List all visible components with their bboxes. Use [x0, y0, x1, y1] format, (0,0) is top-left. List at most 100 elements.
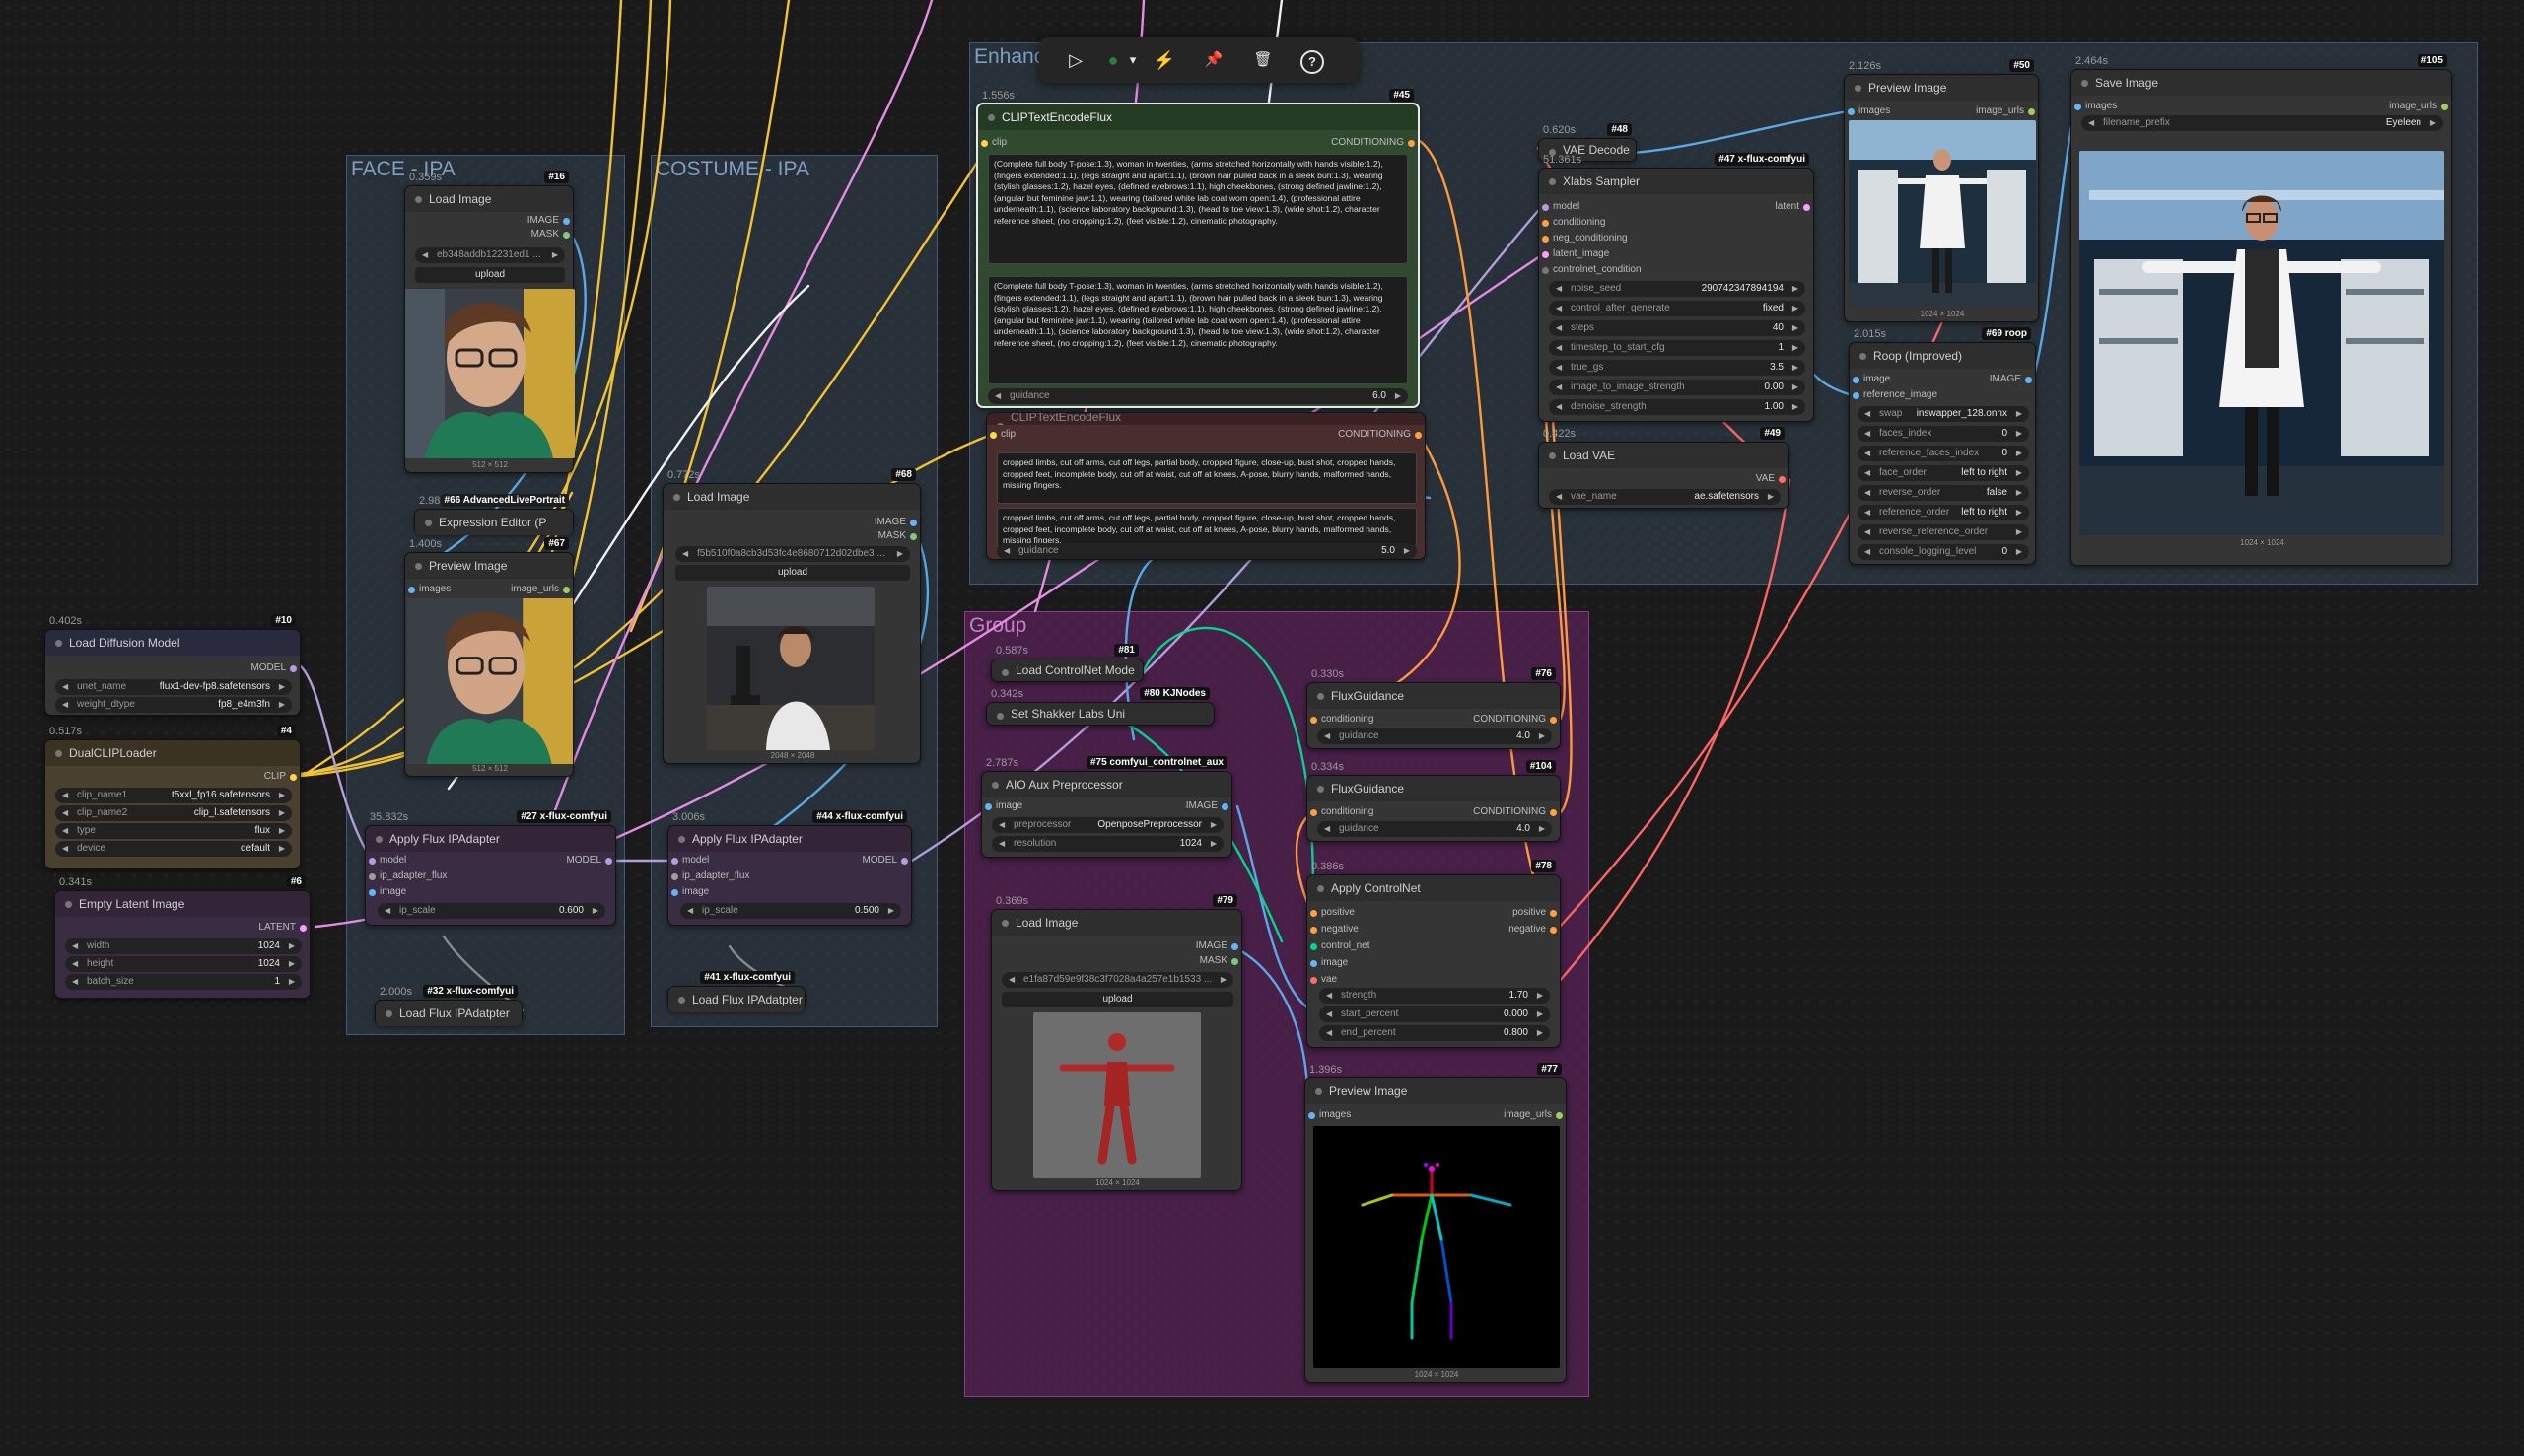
node-title[interactable]: AIO Aux Preprocessor: [982, 772, 1231, 797]
node-clip-text-encode-flux-negative[interactable]: CLIPTextEncodeFlux clip CONDITIONING cro…: [986, 412, 1426, 560]
widget-height[interactable]: height1024: [65, 956, 302, 972]
widget-preprocessor[interactable]: preprocessorOpenposePreprocessor: [992, 817, 1224, 833]
node-load-image-face[interactable]: 0.359s #16 Load Image IMAGE MASK eb348ad…: [404, 171, 575, 473]
upload-button[interactable]: upload: [675, 565, 910, 581]
node-title[interactable]: CLIPTextEncodeFlux: [978, 104, 1418, 130]
widget-image-to-image-strength[interactable]: image_to_image_strength0.00: [1549, 380, 1805, 395]
input-controlnet-condition[interactable]: controlnet_condition: [1539, 263, 1642, 277]
output-model[interactable]: MODEL: [862, 854, 911, 867]
widget-start-percent[interactable]: start_percent0.000: [1319, 1006, 1550, 1022]
widget-guidance[interactable]: guidance4.0: [1317, 728, 1552, 744]
input-images[interactable]: images: [2071, 100, 2117, 113]
node-title[interactable]: Xlabs Sampler: [1539, 169, 1813, 194]
output-model[interactable]: MODEL: [566, 854, 615, 867]
widget-ip-scale[interactable]: ip_scale0.600: [378, 903, 605, 919]
widget-console-logging-level[interactable]: console_logging_level0: [1858, 544, 2029, 560]
node-title[interactable]: Load Image: [992, 910, 1241, 936]
node-load-image-pose[interactable]: 0.369s #79 Load Image IMAGE MASK e1fa87d…: [991, 894, 1242, 1191]
pin-icon[interactable]: 📌: [1199, 45, 1228, 75]
widget-end-percent[interactable]: end_percent0.800: [1319, 1025, 1550, 1041]
input-control-net[interactable]: control_net: [1307, 939, 1369, 953]
node-title[interactable]: Load Flux IPAdatpter: [668, 987, 805, 1012]
node-title[interactable]: Load Flux IPAdatpter: [376, 1001, 522, 1026]
node-title[interactable]: Roop (Improved): [1850, 343, 2035, 369]
upload-button[interactable]: upload: [1002, 992, 1233, 1007]
node-title[interactable]: Apply Flux IPAdapter: [366, 826, 615, 852]
widget-timestep-to-start-cfg[interactable]: timestep_to_start_cfg1: [1549, 340, 1805, 356]
output-image[interactable]: IMAGE: [1990, 373, 2035, 386]
output-latent[interactable]: LATENT: [258, 921, 310, 935]
widget-image-file[interactable]: eb348addb12231ed1 ...: [415, 247, 565, 263]
node-title[interactable]: DualCLIPLoader: [45, 740, 300, 766]
clip-l-prompt-textarea[interactable]: (Complete full body T-pose:1.3), woman i…: [988, 154, 1408, 264]
widget-swap[interactable]: swapinswapper_128.onnx: [1858, 406, 2029, 422]
node-load-controlnet-model[interactable]: 0.587s #81 Load ControlNet Mode: [991, 644, 1144, 682]
node-preview-image-top[interactable]: 2.126s #50 Preview Image images image_ur…: [1844, 59, 2039, 322]
output-conditioning[interactable]: CONDITIONING: [1473, 805, 1560, 819]
node-load-diffusion-model[interactable]: 0.402s #10 Load Diffusion Model MODEL un…: [44, 614, 301, 716]
run-icon[interactable]: ▷: [1061, 45, 1090, 75]
widget-vae-name[interactable]: vae_nameae.safetensors: [1549, 489, 1781, 505]
widget-reverse-order[interactable]: reverse_orderfalse: [1858, 485, 2029, 501]
node-dualcliploader[interactable]: 0.517s #4 DualCLIPLoader CLIP clip_name1…: [44, 725, 301, 869]
widget-width[interactable]: width1024: [65, 938, 302, 954]
output-model[interactable]: MODEL: [250, 661, 300, 675]
widget-type[interactable]: typeflux: [55, 823, 292, 839]
node-title[interactable]: FluxGuidance: [1307, 683, 1560, 709]
node-title[interactable]: Apply Flux IPAdapter: [668, 826, 911, 852]
node-empty-latent-image[interactable]: 0.341s #6 Empty Latent Image LATENT widt…: [54, 875, 311, 999]
trash-icon[interactable]: 🗑: [1248, 45, 1278, 75]
node-apply-flux-ipadapter-costume[interactable]: 3.006s #44 x-flux-comfyui Apply Flux IPA…: [667, 810, 912, 926]
output-conditioning[interactable]: CONDITIONING: [1338, 428, 1425, 442]
output-conditioning[interactable]: CONDITIONING: [1473, 713, 1560, 727]
node-title[interactable]: Save Image: [2071, 70, 2451, 96]
input-model[interactable]: model: [668, 854, 709, 867]
node-title[interactable]: Empty Latent Image: [55, 891, 310, 917]
node-preview-image-face[interactable]: 1.400s #67 Preview Image images image_ur…: [404, 537, 574, 777]
node-roop-improved[interactable]: 2.015s #69 roop Roop (Improved) image re…: [1849, 327, 2036, 565]
node-title[interactable]: Load ControlNet Mode: [992, 659, 1143, 681]
node-xlabs-sampler[interactable]: 51.361s #47 x-flux-comfyui Xlabs Sampler…: [1538, 153, 1814, 422]
widget-weight-dtype[interactable]: weight_dtypefp8_e4m3fn: [55, 697, 292, 713]
output-mask[interactable]: MASK: [531, 228, 573, 242]
node-preview-image-pose[interactable]: 1.396s #77 Preview Image images image_ur…: [1304, 1063, 1567, 1383]
widget-strength[interactable]: strength1.70: [1319, 988, 1550, 1004]
node-title[interactable]: Set Shakker Labs Uni: [987, 703, 1214, 725]
t5xxl-prompt-textarea[interactable]: (Complete full body T-pose:1.3), woman i…: [988, 276, 1408, 384]
input-latent-image[interactable]: latent_image: [1539, 247, 1609, 261]
node-title[interactable]: Load VAE: [1539, 443, 1788, 468]
input-image[interactable]: image: [1307, 956, 1348, 970]
widget-device[interactable]: devicedefault: [55, 841, 292, 857]
node-title[interactable]: Expression Editor (P: [415, 510, 573, 535]
node-title[interactable]: CLIPTextEncodeFlux: [987, 413, 1425, 425]
output-vae[interactable]: VAE: [1756, 472, 1788, 486]
output-latent[interactable]: latent: [1776, 200, 1813, 214]
node-apply-controlnet[interactable]: 0.386s #78 Apply ControlNet positive neg…: [1306, 860, 1561, 1048]
widget-resolution[interactable]: resolution1024: [992, 836, 1224, 852]
node-title[interactable]: FluxGuidance: [1307, 776, 1560, 801]
widget-batch-size[interactable]: batch_size1: [65, 974, 302, 990]
output-image[interactable]: IMAGE: [1196, 939, 1241, 953]
node-title[interactable]: Load Image: [664, 484, 920, 510]
node-load-flux-ipadapter-costume[interactable]: #41 x-flux-comfyui Load Flux IPAdatpter: [667, 971, 806, 1012]
widget-clip-name1[interactable]: clip_name1t5xxl_fp16.safetensors: [55, 788, 292, 803]
input-ip-adapter-flux[interactable]: ip_adapter_flux: [668, 869, 749, 883]
widget-faces-index[interactable]: faces_index0: [1858, 426, 2029, 442]
node-expression-editor[interactable]: 2.981s #66 AdvancedLivePortrait Expressi…: [414, 494, 574, 535]
output-clip[interactable]: CLIP: [264, 770, 300, 784]
node-title[interactable]: Preview Image: [405, 553, 573, 579]
node-title[interactable]: Preview Image: [1845, 75, 2038, 101]
input-positive[interactable]: positive: [1307, 906, 1355, 920]
magic-wand-icon[interactable]: ⚡: [1150, 45, 1179, 75]
node-title[interactable]: Preview Image: [1305, 1078, 1566, 1104]
node-clip-text-encode-flux-positive[interactable]: 1.556s #45 CLIPTextEncodeFlux clip CONDI…: [976, 89, 1420, 408]
input-vae[interactable]: vae: [1307, 973, 1337, 987]
output-image-urls[interactable]: image_urls: [511, 583, 573, 596]
widget-clip-name2[interactable]: clip_name2clip_l.safetensors: [55, 805, 292, 821]
output-image-urls[interactable]: image_urls: [1504, 1108, 1566, 1122]
t5xxl-prompt-textarea[interactable]: cropped limbs, cut off arms, cut off leg…: [997, 508, 1417, 547]
output-image-urls[interactable]: image_urls: [1976, 104, 2038, 118]
widget-guidance[interactable]: guidance6.0: [988, 388, 1408, 404]
widget-unet-name[interactable]: unet_nameflux1-dev-fp8.safetensors: [55, 679, 292, 695]
input-image[interactable]: image: [982, 799, 1022, 813]
